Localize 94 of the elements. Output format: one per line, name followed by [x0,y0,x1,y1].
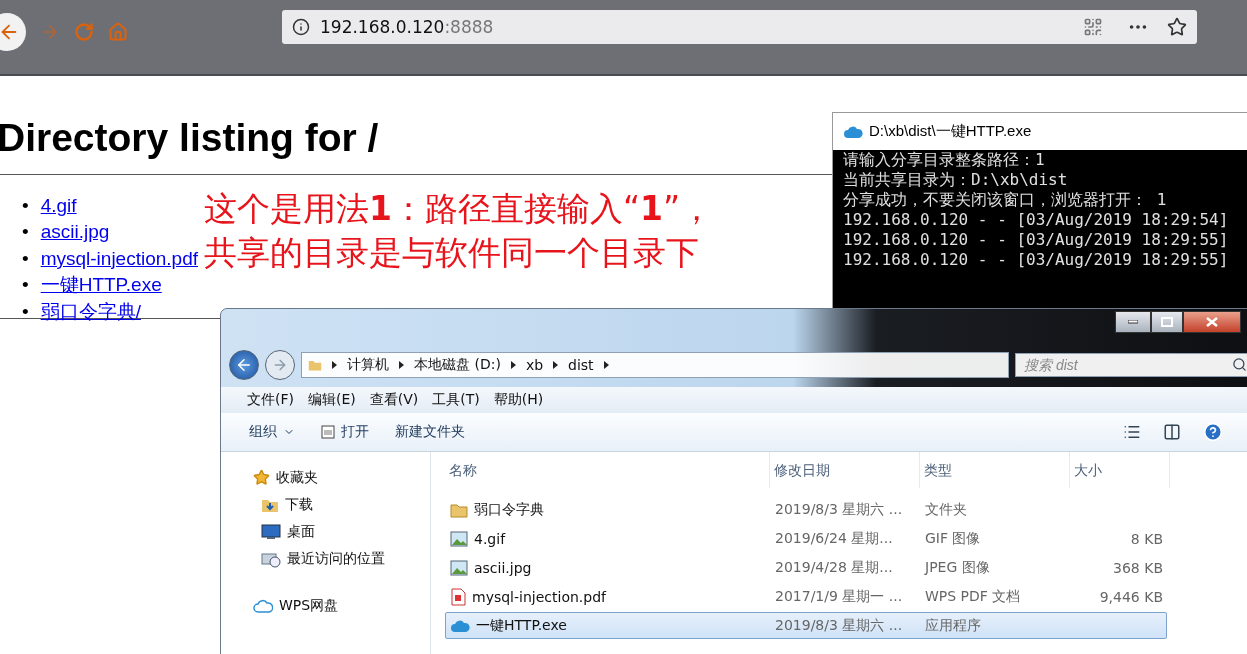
menu-item[interactable]: 查看(V) [369,391,419,409]
menu-item[interactable]: 文件(F) [247,391,294,409]
toolbar-button[interactable]: 新建文件夹 [395,423,465,441]
file-row[interactable]: 弱口令字典 2019/8/3 星期六 ... 文件夹 [445,496,1167,523]
cloud-icon [843,124,863,139]
info-icon [292,18,310,36]
nav-item[interactable]: 桌面 [253,518,430,545]
address-bar[interactable]: 192.168.0.120:8888 [282,10,1197,44]
date-cell-text: 2019/8/3 星期六 ... [774,500,904,519]
image-icon [450,530,468,547]
forward-arrow-icon [272,357,288,373]
size-cell-text: 9,446 KB [1098,588,1163,605]
minimize-button[interactable] [1115,311,1151,333]
breadcrumb-item[interactable]: 计算机 [347,356,389,374]
type-cell-text: 应用程序 [924,616,982,635]
toolbar-button[interactable]: 组织 [249,423,295,441]
help-icon[interactable] [1203,422,1223,442]
bookmark-star-icon[interactable] [1167,17,1187,37]
date-cell-text: 2019/8/3 星期六 ... [774,616,904,635]
menu-item[interactable]: 帮助(H) [493,391,544,409]
column-header[interactable]: 名称 [445,452,770,488]
search-icon [1232,357,1247,372]
breadcrumb-item[interactable]: dist [568,357,594,373]
date-cell-text: 2017/1/9 星期一 ... [774,587,904,606]
bullet: • [22,194,29,218]
folder-icon [308,358,322,372]
file-name: 一键HTTP.exe [476,616,567,635]
qr-code-icon[interactable] [1083,17,1103,37]
star-icon [253,469,270,486]
view-options-icon[interactable] [1123,423,1141,441]
type-cell-text: GIF 图像 [924,529,982,548]
file-link[interactable]: ascii.jpg [40,219,110,246]
window-icon [321,425,335,439]
file-link[interactable]: 弱口令字典/ [40,298,141,326]
menu-item[interactable]: 工具(T) [432,391,480,409]
console-line: 当前共享目录为：D:\xb\dist [843,170,1069,190]
console-line: 192.168.0.120 - - [03/Aug/2019 18:29:55] [843,250,1230,270]
page-heading: Directory listing for / [0,116,379,161]
console-line: 请输入分享目录整条路径：1 [843,150,1046,170]
console-line: 192.168.0.120 - - [03/Aug/2019 18:29:55] [843,230,1230,250]
date-cell-text: 2019/4/28 星期... [774,558,894,577]
document-icon [450,587,466,606]
type-cell-text: 文件夹 [924,500,968,519]
date-cell-text: 2019/6/24 星期... [774,529,894,548]
desktop-icon [261,523,281,540]
bullet: • [22,299,29,324]
bullet: • [22,246,29,271]
file-link[interactable]: mysql-injection.pdf [40,245,198,273]
window-title: D:\xb\dist\一键HTTP.exe [869,122,1032,141]
console-line: 192.168.0.120 - - [03/Aug/2019 18:29:54] [843,210,1230,230]
breadcrumb-item[interactable]: 本地磁盘 (D:) [414,356,501,374]
address-bar[interactable]: 计算机 本地磁盘 (D:) xb dist [301,352,1009,378]
column-header[interactable]: 类型 [920,452,1070,488]
image-icon [450,559,468,576]
file-name: mysql-injection.pdf [472,588,606,605]
minimize-icon [1128,320,1138,324]
close-button[interactable] [1183,311,1241,333]
column-header[interactable]: 大小 [1070,452,1170,488]
nav-item[interactable]: 最近访问的位置 [253,545,430,572]
forward-button[interactable] [265,350,295,380]
console-line: 分享成功，不要关闭该窗口，浏览器打开： 1 [843,190,1168,210]
back-button[interactable] [229,350,259,380]
preview-pane-icon[interactable] [1163,423,1181,441]
annotation-text: 共享的目录是与软件同一个目录下 [204,232,700,274]
file-link[interactable]: 4.gif [40,193,77,220]
file-name: ascii.jpg [474,559,532,576]
maximize-button[interactable] [1151,311,1183,333]
menu-item[interactable]: 编辑(E) [308,391,356,409]
file-row[interactable]: 一键HTTP.exe 2019/8/3 星期六 ... 应用程序 [445,612,1167,639]
nav-item[interactable]: 收藏夹 [253,464,430,491]
bullet: • [22,220,29,245]
size-cell-text: 8 KB [1129,530,1163,547]
toolbar-button[interactable]: 打开 [321,423,369,441]
bullet: • [22,273,29,298]
file-row[interactable]: mysql-injection.pdf 2017/1/9 星期一 ... WPS PDF 文档 9,446 KB [445,583,1167,610]
type-cell-text: JPEG 图像 [923,558,991,577]
folder-icon [450,501,468,518]
file-row[interactable]: 4.gif 2019/6/24 星期... GIF 图像 8 KB [445,525,1167,552]
nav-item[interactable]: WPS网盘 [253,592,430,619]
maximize-icon [1161,317,1173,327]
type-cell-text: WPS PDF 文档 [924,587,1022,606]
file-row[interactable]: ascii.jpg 2019/4/28 星期... JPEG 图像 368 KB [445,554,1167,581]
cloud-icon [253,598,273,613]
annotation-text: 这个是用法1：路径直接输入“1”， [204,188,714,230]
file-name: 弱口令字典 [474,500,544,519]
search-field[interactable]: 搜索 dist [1015,353,1247,377]
breadcrumb-item[interactable]: xb [525,357,544,373]
nav-item[interactable]: 下载 [253,491,430,518]
file-name: 4.gif [474,530,506,547]
close-icon [1206,317,1218,327]
column-header[interactable]: 修改日期 [770,452,920,488]
size-cell-text: 368 KB [1112,559,1163,576]
cloud-icon [450,618,470,633]
file-link[interactable]: 一键HTTP.exe [40,272,162,299]
